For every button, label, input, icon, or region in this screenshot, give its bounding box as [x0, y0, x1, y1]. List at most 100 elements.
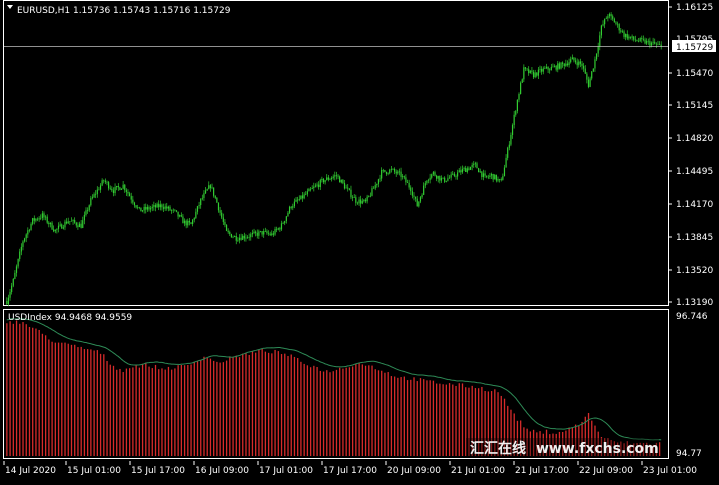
candle-body: [80, 223, 82, 228]
candle-body: [484, 173, 486, 176]
histogram-bar: [177, 365, 179, 456]
chart-canvas[interactable]: EURUSD,H1 1.15736 1.15743 1.15716 1.1572…: [0, 0, 719, 481]
candle-body: [524, 67, 527, 69]
candle-body: [364, 199, 367, 202]
candle-body: [529, 70, 531, 74]
histogram-bar: [293, 356, 296, 456]
candle-body: [343, 183, 346, 189]
candle-body: [86, 210, 89, 211]
candle-body: [227, 230, 229, 233]
candle-body: [644, 39, 646, 44]
candle-body: [261, 231, 263, 235]
candle-body: [288, 206, 291, 213]
candle-body: [237, 240, 239, 241]
candle-body: [487, 176, 489, 178]
histogram-bar: [15, 320, 18, 456]
histogram-bar: [313, 365, 315, 456]
candle-body: [301, 195, 304, 199]
candle-body: [200, 198, 202, 206]
price-axis-label: 1.13520: [676, 266, 713, 276]
candle-body: [285, 216, 287, 221]
histogram-bar: [112, 365, 115, 456]
candle-body: [576, 62, 578, 66]
price-axis-label: 1.15470: [676, 69, 713, 79]
candle-body: [335, 175, 338, 176]
price-axis-label: 1.15145: [676, 101, 713, 111]
candle-body: [547, 66, 549, 70]
time-axis-label: 21 Jul 17:00: [515, 466, 569, 476]
candle-body: [211, 187, 213, 189]
histogram-bar: [38, 329, 40, 456]
histogram-bar: [200, 360, 202, 456]
candle-body: [56, 228, 58, 230]
histogram-bar: [326, 370, 328, 456]
candle-body: [114, 187, 116, 193]
candle-body: [371, 188, 373, 196]
candle-body: [634, 39, 636, 41]
histogram-bar: [271, 353, 273, 456]
candle-body: [424, 183, 426, 186]
histogram-bar: [148, 366, 150, 456]
candle-body: [372, 188, 375, 189]
candle-body: [229, 232, 231, 235]
candle-body: [558, 63, 560, 69]
histogram-bar: [164, 369, 166, 456]
mt4-chart-window[interactable]: EURUSD,H1 1.15736 1.15743 1.15716 1.1572…: [0, 0, 719, 481]
histogram-bar: [442, 384, 444, 456]
candle-body: [140, 207, 142, 212]
histogram-bar: [461, 383, 464, 456]
candle-body: [25, 234, 27, 239]
candle-body: [495, 174, 497, 181]
histogram-bar: [167, 366, 170, 456]
histogram-bar: [44, 335, 47, 456]
candle-body: [550, 66, 552, 71]
candle-body: [95, 194, 97, 195]
candle-body: [112, 190, 115, 193]
candle-body: [541, 69, 543, 72]
histogram-bar: [267, 352, 270, 456]
candle-body: [342, 179, 344, 184]
candle-body: [502, 176, 504, 181]
candle-body: [379, 178, 381, 180]
candle-body: [511, 124, 514, 135]
candle-body: [539, 69, 541, 70]
candle-body: [366, 196, 368, 202]
candle-body: [28, 229, 31, 231]
candle-body: [146, 207, 148, 210]
candle-body: [654, 41, 656, 44]
candle-body: [597, 46, 599, 54]
candle-body: [641, 38, 643, 40]
histogram-bar: [61, 342, 63, 456]
candle-body: [117, 185, 119, 188]
candle-body: [93, 194, 95, 198]
candle-body: [490, 173, 493, 176]
candle-body: [54, 229, 56, 232]
candle-body: [434, 172, 436, 176]
histogram-bar: [219, 362, 221, 456]
histogram-bar: [264, 351, 267, 456]
histogram-bar: [364, 365, 367, 456]
histogram-bar: [48, 339, 50, 456]
candle-body: [225, 224, 228, 231]
candle-body: [523, 67, 525, 80]
histogram-bar: [297, 358, 299, 456]
histogram-bar: [74, 344, 76, 456]
candle-body: [148, 207, 150, 210]
histogram-bar: [358, 363, 360, 456]
candle-body: [35, 218, 37, 221]
candle-body: [256, 232, 258, 236]
candle-body: [339, 176, 341, 183]
histogram-bar: [122, 372, 124, 456]
candle-body: [61, 224, 63, 229]
histogram-bar: [284, 353, 286, 456]
candle-body: [22, 241, 24, 247]
candle-body: [374, 185, 376, 189]
histogram-bar: [235, 355, 237, 456]
candle-body: [53, 229, 55, 232]
candle-body: [587, 79, 590, 87]
candle-body: [532, 71, 535, 78]
candle-body: [605, 18, 607, 19]
candle-body: [616, 23, 619, 25]
histogram-bar: [355, 363, 357, 456]
candle-body: [290, 206, 292, 208]
